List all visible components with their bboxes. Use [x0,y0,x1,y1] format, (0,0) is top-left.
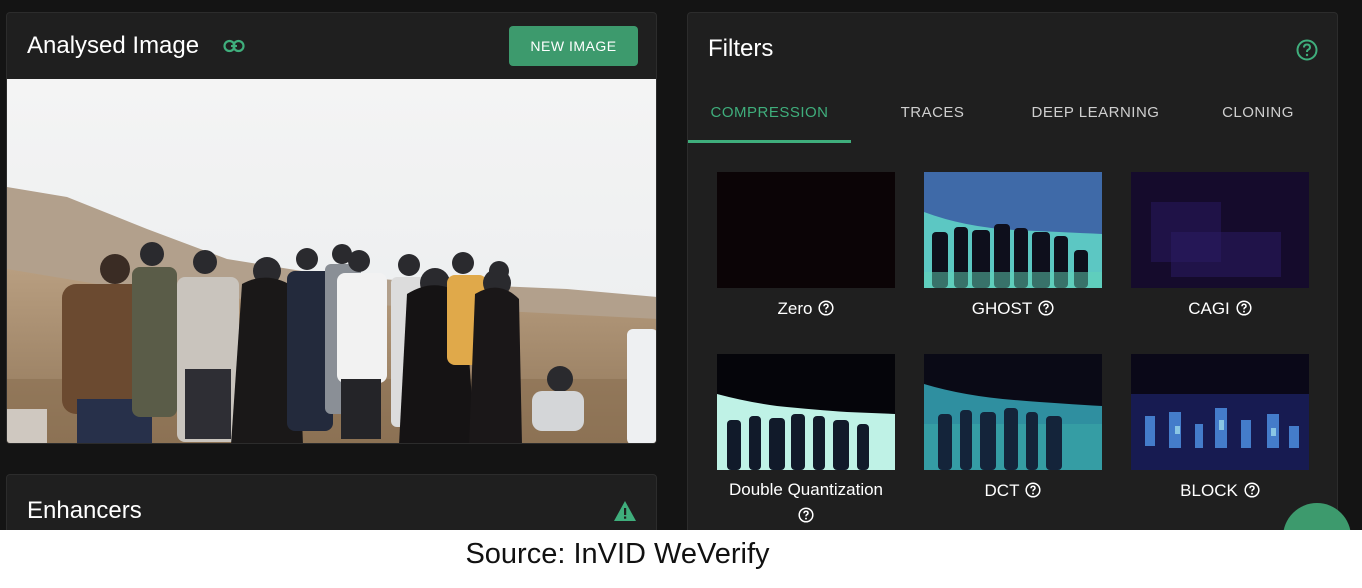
help-icon[interactable] [1025,482,1042,498]
help-icon[interactable] [818,300,835,316]
filter-thumb-zero[interactable] [717,172,895,288]
filter-name-block: BLOCK [1180,481,1238,500]
tab-deep-learning[interactable]: DEEP LEARNING [1014,85,1177,143]
filter-label-dct: DCT [910,480,1116,502]
help-icon[interactable] [1038,300,1054,316]
filter-label-block: BLOCK [1117,480,1323,502]
help-icon[interactable] [798,507,814,523]
app-window: Analysed Image NEW IMAGE Enhancers Filte… [0,0,1362,530]
filters-title: Filters [708,35,774,62]
filters-panel: Filters COMPRESSION TRACES DEEP LEARNING… [687,12,1338,530]
link-icon[interactable] [223,39,245,53]
warning-triangle-icon [614,501,636,521]
enhancers-title: Enhancers [27,497,142,524]
filter-thumb-block[interactable] [1131,354,1309,470]
filter-thumb-dct[interactable] [924,354,1102,470]
help-icon[interactable] [1244,482,1260,498]
filter-name-double-quantization: Double Quantization [728,480,884,499]
new-image-button[interactable]: NEW IMAGE [509,26,638,66]
filter-name-cagi: CAGI [1188,299,1230,318]
help-icon[interactable] [1236,300,1252,316]
active-tab-indicator [688,140,851,143]
help-circle-icon[interactable] [1296,39,1318,61]
filter-label-double-quantization: Double Quantization [703,479,909,527]
filter-thumb-cagi[interactable] [1131,172,1309,288]
filter-label-zero: Zero [703,298,909,320]
filter-name-ghost: GHOST [971,299,1033,318]
tab-traces[interactable]: TRACES [851,85,1014,143]
filter-thumb-ghost[interactable] [924,172,1102,288]
filter-name-dct: DCT [984,481,1020,500]
filter-name-zero: Zero [777,299,813,318]
analysed-image-header: Analysed Image NEW IMAGE [7,13,656,79]
analysed-photo [7,79,656,443]
analysed-image-title: Analysed Image [27,32,200,59]
filter-thumb-double-quantization[interactable] [717,354,895,470]
filter-tabs: COMPRESSION TRACES DEEP LEARNING CLONING [688,85,1337,143]
filter-label-ghost: GHOST [910,298,1116,320]
tab-cloning[interactable]: CLONING [1177,85,1337,143]
analysed-image-panel: Analysed Image NEW IMAGE [6,12,657,444]
filter-label-cagi: CAGI [1117,298,1323,320]
source-caption: Source: InVID WeVerify [465,538,770,570]
enhancers-panel: Enhancers [6,474,657,530]
tab-compression[interactable]: COMPRESSION [688,85,851,143]
